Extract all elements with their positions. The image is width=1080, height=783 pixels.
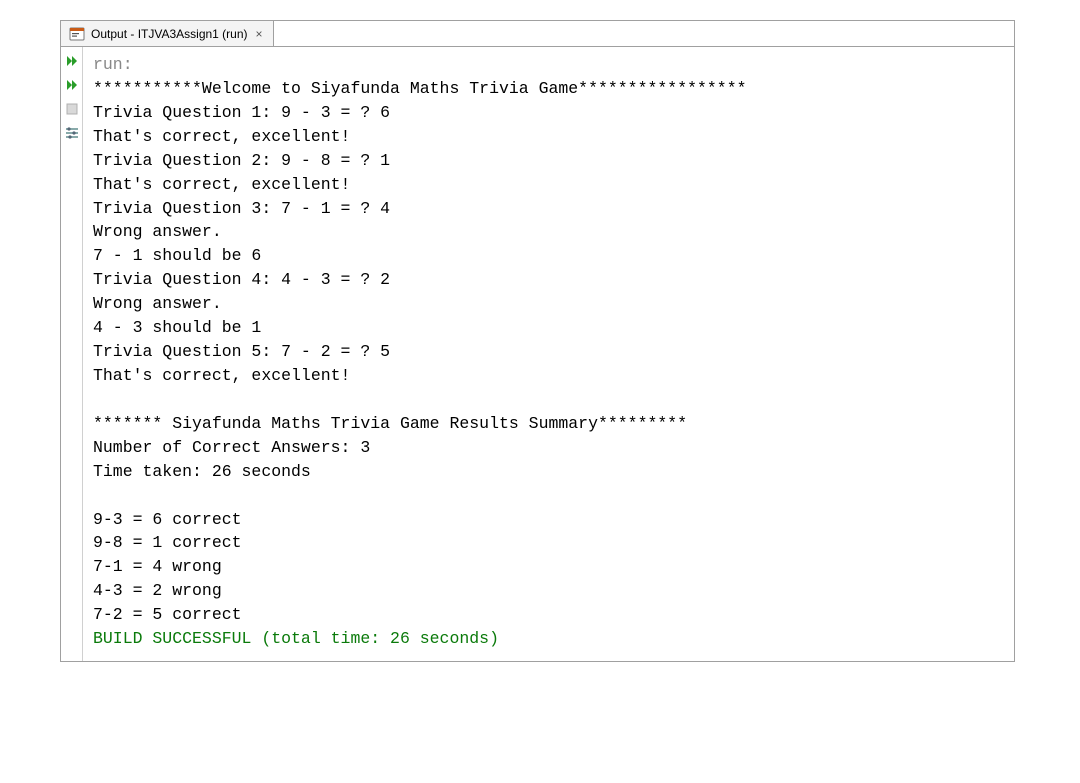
run-label: run: xyxy=(93,55,133,74)
output-line: That's correct, excellent! xyxy=(93,127,350,146)
output-line: Trivia Question 5: 7 - 2 = ? 5 xyxy=(93,342,390,361)
output-tab[interactable]: Output - ITJVA3Assign1 (run) × xyxy=(61,21,274,46)
output-line: 4 - 3 should be 1 xyxy=(93,318,261,337)
output-line: Trivia Question 1: 9 - 3 = ? 6 xyxy=(93,103,390,122)
gutter xyxy=(61,47,83,661)
output-line: 7 - 1 should be 6 xyxy=(93,246,261,265)
output-line: Time taken: 26 seconds xyxy=(93,462,311,481)
console-output: run: ***********Welcome to Siyafunda Mat… xyxy=(83,47,1014,661)
output-line: 7-1 = 4 wrong xyxy=(93,557,222,576)
output-line: Number of Correct Answers: 3 xyxy=(93,438,370,457)
rerun-icon[interactable] xyxy=(64,53,80,69)
output-line: ***********Welcome to Siyafunda Maths Tr… xyxy=(93,79,747,98)
output-line: Wrong answer. xyxy=(93,222,222,241)
tab-bar: Output - ITJVA3Assign1 (run) × xyxy=(61,21,1014,47)
close-icon[interactable]: × xyxy=(254,27,265,41)
output-line: That's correct, excellent! xyxy=(93,175,350,194)
build-status: BUILD SUCCESSFUL (total time: 26 seconds… xyxy=(93,629,499,648)
output-line: 9-8 = 1 correct xyxy=(93,533,242,552)
output-line: 7-2 = 5 correct xyxy=(93,605,242,624)
output-line: ******* Siyafunda Maths Trivia Game Resu… xyxy=(93,414,687,433)
output-body: run: ***********Welcome to Siyafunda Mat… xyxy=(61,47,1014,661)
output-line: Trivia Question 4: 4 - 3 = ? 2 xyxy=(93,270,390,289)
output-panel: Output - ITJVA3Assign1 (run) × xyxy=(60,20,1015,662)
output-line: Wrong answer. xyxy=(93,294,222,313)
output-line: 9-3 = 6 correct xyxy=(93,510,242,529)
settings-icon[interactable] xyxy=(64,125,80,141)
output-line: That's correct, excellent! xyxy=(93,366,350,385)
stop-icon[interactable] xyxy=(64,101,80,117)
terminal-icon xyxy=(69,26,85,42)
output-line: 4-3 = 2 wrong xyxy=(93,581,222,600)
output-line: Trivia Question 3: 7 - 1 = ? 4 xyxy=(93,199,390,218)
rerun-alt-icon[interactable] xyxy=(64,77,80,93)
output-line: Trivia Question 2: 9 - 8 = ? 1 xyxy=(93,151,390,170)
tab-title: Output - ITJVA3Assign1 (run) xyxy=(91,27,248,41)
